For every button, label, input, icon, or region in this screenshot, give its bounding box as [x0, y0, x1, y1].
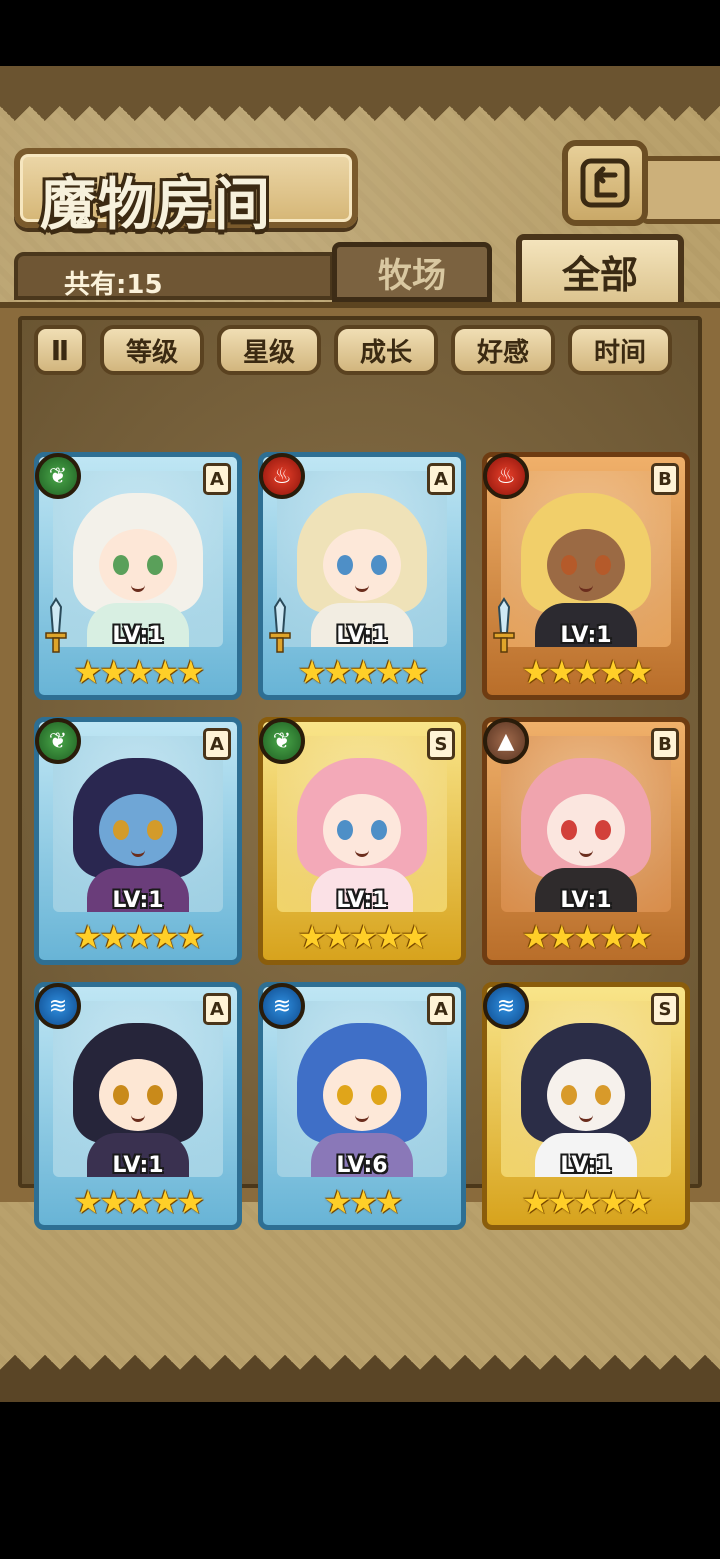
rank-badge: A — [203, 728, 231, 760]
rank-badge: A — [203, 993, 231, 1025]
star-rating: ★★★★★ — [73, 653, 205, 691]
monster-card[interactable]: ♨ A LV:1 ★★★★★ — [258, 452, 466, 700]
rank-badge: A — [427, 463, 455, 495]
star-rating: ★★★★★ — [521, 918, 653, 956]
top-border — [0, 66, 720, 106]
monster-portrait — [501, 736, 671, 912]
rank-badge: A — [427, 993, 455, 1025]
sort-order-toggle[interactable]: Ⅱ — [34, 325, 86, 375]
monster-portrait — [501, 1001, 671, 1177]
water-icon: ≋ — [259, 983, 305, 1029]
monster-count: 共有:15 — [64, 270, 163, 300]
monster-portrait — [53, 1001, 223, 1177]
level-label: LV:1 — [336, 623, 388, 648]
star-rating: ★★★★★ — [521, 1183, 653, 1221]
sort-time-button[interactable]: 时间 — [568, 325, 672, 375]
level-label: LV:1 — [560, 1153, 612, 1178]
level-label: LV:1 — [112, 623, 164, 648]
monster-portrait — [277, 471, 447, 647]
mountain-icon: ▲ — [483, 718, 529, 764]
bottom-border — [0, 1370, 720, 1402]
level-label: LV:1 — [560, 623, 612, 648]
star-rating: ★★★ — [323, 1183, 403, 1221]
top-zigzag — [0, 106, 720, 136]
monster-portrait — [277, 736, 447, 912]
star-rating: ★★★★★ — [73, 1183, 205, 1221]
sort-level-button[interactable]: 等级 — [100, 325, 204, 375]
level-label: LV:1 — [112, 888, 164, 913]
monster-portrait — [277, 1001, 447, 1177]
tab-all[interactable]: 全部 — [516, 234, 684, 308]
sort-affection-button[interactable]: 好感 — [451, 325, 555, 375]
sort-stars-button[interactable]: 星级 — [217, 325, 321, 375]
star-rating: ★★★★★ — [297, 653, 429, 691]
star-rating: ★★★★★ — [73, 918, 205, 956]
level-label: LV:1 — [336, 888, 388, 913]
level-label: LV:1 — [112, 1153, 164, 1178]
rank-badge: S — [427, 728, 455, 760]
water-icon: ≋ — [483, 983, 529, 1029]
monster-card[interactable]: ≋ A LV:6 ★★★ — [258, 982, 466, 1230]
title-plate: 魔物房间 — [14, 148, 358, 238]
star-rating: ★★★★★ — [297, 918, 429, 956]
monster-card[interactable]: ❦ A LV:1 ★★★★★ — [34, 452, 242, 700]
bottom-zigzag — [0, 1340, 720, 1370]
tab-pasture[interactable]: 牧场 — [332, 242, 492, 302]
leaf-icon: ❦ — [35, 718, 81, 764]
flame-icon: ♨ — [259, 453, 305, 499]
monster-card[interactable]: ≋ S LV:1 ★★★★★ — [482, 982, 690, 1230]
count-bar: 共有:15 — [14, 252, 334, 300]
page-title: 魔物房间 — [40, 172, 272, 238]
flame-icon: ♨ — [483, 453, 529, 499]
rank-badge: S — [651, 993, 679, 1025]
rank-badge: A — [203, 463, 231, 495]
water-icon: ≋ — [35, 983, 81, 1029]
leaf-icon: ❦ — [259, 718, 305, 764]
monster-card[interactable]: ❦ S LV:1 ★★★★★ — [258, 717, 466, 965]
monster-portrait — [501, 471, 671, 647]
monster-card[interactable]: ≋ A LV:1 ★★★★★ — [34, 982, 242, 1230]
level-label: LV:6 — [336, 1153, 388, 1178]
monster-portrait — [53, 736, 223, 912]
monster-card[interactable]: ❦ A LV:1 ★★★★★ — [34, 717, 242, 965]
rank-badge: B — [651, 728, 679, 760]
sort-growth-button[interactable]: 成长 — [334, 325, 438, 375]
star-rating: ★★★★★ — [521, 653, 653, 691]
level-label: LV:1 — [560, 888, 612, 913]
monster-card[interactable]: ▲ B LV:1 ★★★★★ — [482, 717, 690, 965]
back-button[interactable] — [562, 140, 648, 226]
monster-card[interactable]: ♨ B LV:1 ★★★★★ — [482, 452, 690, 700]
rank-badge: B — [651, 463, 679, 495]
back-tab — [640, 156, 720, 224]
return-icon — [580, 158, 630, 208]
monster-portrait — [53, 471, 223, 647]
leaf-icon: ❦ — [35, 453, 81, 499]
